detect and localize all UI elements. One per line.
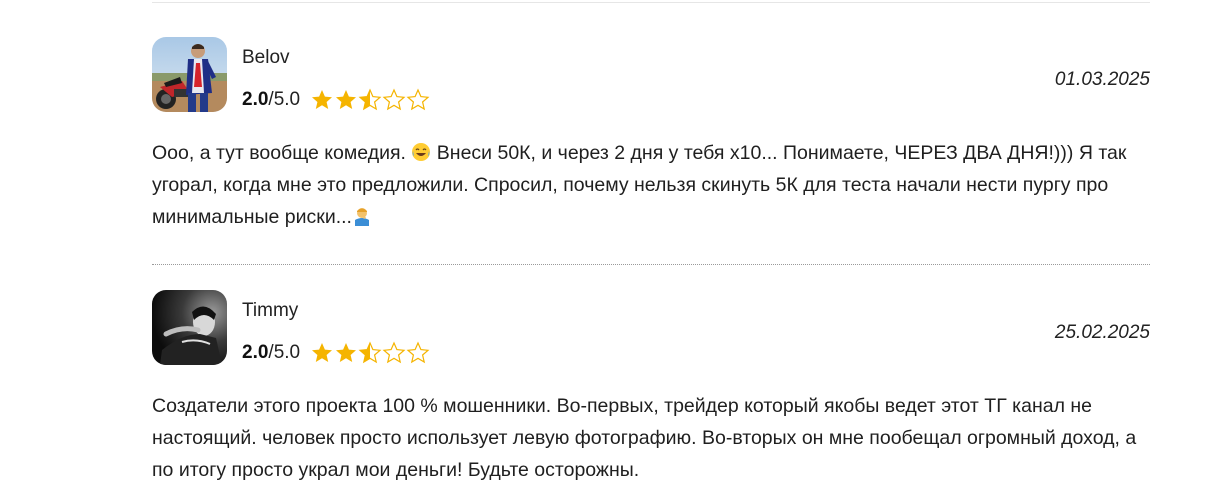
star-full-icon <box>312 343 333 362</box>
star-rating <box>310 88 430 112</box>
review-text-part1: Ооо, а тут вообще комедия. <box>152 142 412 164</box>
star-full-icon <box>336 90 357 109</box>
star-empty-icon <box>406 341 430 364</box>
star-full-icon <box>312 90 333 109</box>
rating-value: 2.0 <box>242 342 269 363</box>
facepalm-emoji-icon <box>354 208 369 226</box>
star-empty-icon <box>382 341 406 364</box>
review-date: 01.03.2025 <box>1054 69 1150 90</box>
rating-max: /5.0 <box>268 342 301 363</box>
star-rating <box>310 341 430 365</box>
rating-max: /5.0 <box>268 89 301 110</box>
avatar <box>152 37 227 112</box>
rating-value: 2.0 <box>242 89 269 110</box>
avatar <box>152 290 227 365</box>
review-text: Создатели этого проекта 100 % мошенники.… <box>152 395 1137 481</box>
rating: 2.0 /5.0 <box>242 86 430 114</box>
star-empty-icon <box>406 88 430 111</box>
top-divider <box>152 2 1150 3</box>
review-text: Ооо, а тут вообще комедия. Внеси 50К, и … <box>152 137 1150 233</box>
star-half-icon <box>358 341 382 364</box>
tears-of-joy-emoji-icon <box>412 143 431 161</box>
review-date: 25.02.2025 <box>1054 322 1150 343</box>
star-full-icon <box>336 343 357 362</box>
dark-portrait-photo-icon <box>152 290 227 365</box>
motorcycle-rider-photo-icon <box>152 37 227 112</box>
author-name: Timmy <box>242 300 299 321</box>
star-empty-icon <box>382 88 406 111</box>
review-divider <box>152 264 1150 265</box>
star-half-icon <box>358 88 382 111</box>
author-name: Belov <box>242 47 290 68</box>
rating: 2.0 /5.0 <box>242 339 430 367</box>
